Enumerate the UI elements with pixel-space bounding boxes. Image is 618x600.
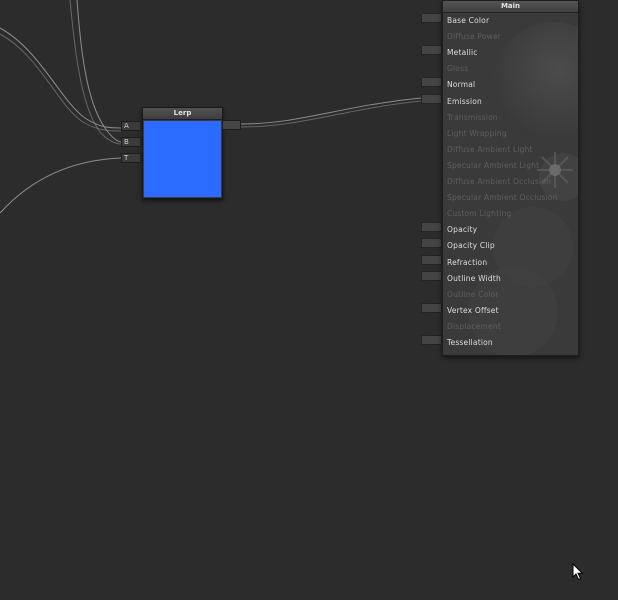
main-input-port[interactable] [421, 13, 442, 23]
lerp-input-b[interactable]: B [121, 137, 141, 147]
lerp-input-a-label: A [124, 122, 129, 130]
wire-to-emission [240, 97, 422, 125]
main-input-label: Opacity Clip [447, 241, 495, 251]
main-input-label: Emission [447, 96, 482, 106]
main-input-label: Normal [447, 80, 476, 90]
main-input-label: Gloss [447, 64, 469, 74]
main-input-label: Custom Lighting [447, 209, 512, 219]
main-input-label: Outline Color [447, 289, 499, 299]
main-input-label: Specular Ambient Light [447, 160, 540, 170]
main-input-label: Transmission [447, 112, 498, 122]
main-input-port[interactable] [421, 302, 442, 313]
main-input-port[interactable] [421, 93, 442, 104]
main-input-label: Diffuse Power [447, 32, 502, 42]
main-node-title[interactable]: Main [443, 1, 578, 13]
wire-to-a [0, 27, 122, 129]
main-input-label: Vertex Offset [447, 305, 499, 315]
main-input-port[interactable] [421, 222, 442, 233]
lerp-node[interactable]: Lerp [142, 107, 223, 199]
main-input-label: Tessellation [447, 338, 493, 347]
arrow-cursor-icon [572, 563, 584, 581]
main-input-port[interactable] [421, 270, 442, 281]
lerp-input-a[interactable]: A [121, 121, 141, 131]
main-input-port[interactable] [421, 45, 442, 56]
lerp-node-title[interactable]: Lerp [143, 108, 222, 120]
main-input-port[interactable] [421, 238, 442, 249]
lerp-output-port[interactable] [222, 120, 241, 130]
main-input-label: Metallic [447, 48, 478, 58]
main-input-label: Light Wrapping [447, 128, 507, 138]
wire-to-emission-2 [240, 100, 422, 128]
main-input-label: Base Color [447, 16, 490, 25]
lerp-preview-swatch [144, 121, 221, 197]
main-input-label: Outline Width [447, 273, 501, 283]
main-input-port[interactable] [421, 254, 442, 265]
main-input-port[interactable] [421, 77, 442, 88]
main-node[interactable]: Main Base Color Diffuse Power Metallic Glos [442, 0, 579, 356]
main-input-label: Displacement [447, 321, 501, 331]
main-input-label: Refraction [447, 257, 488, 267]
lerp-input-t-label: T [124, 154, 129, 162]
main-input-label: Specular Ambient Occlusion [447, 193, 558, 203]
wire-to-b [76, 0, 122, 143]
wire-to-b-2 [69, 0, 122, 145]
wire-to-t [0, 157, 122, 214]
main-input-port[interactable] [421, 335, 442, 345]
node-canvas[interactable]: Lerp A B T Main Base Color Diffuse Power… [0, 0, 618, 600]
main-input-label: Diffuse Ambient Light [447, 144, 533, 154]
wire-to-a-2 [0, 33, 122, 132]
main-input-label: Opacity [447, 225, 478, 235]
lerp-input-b-label: B [124, 138, 129, 146]
lerp-input-t[interactable]: T [121, 153, 141, 163]
main-input-label: Diffuse Ambient Occlusion [447, 177, 552, 186]
